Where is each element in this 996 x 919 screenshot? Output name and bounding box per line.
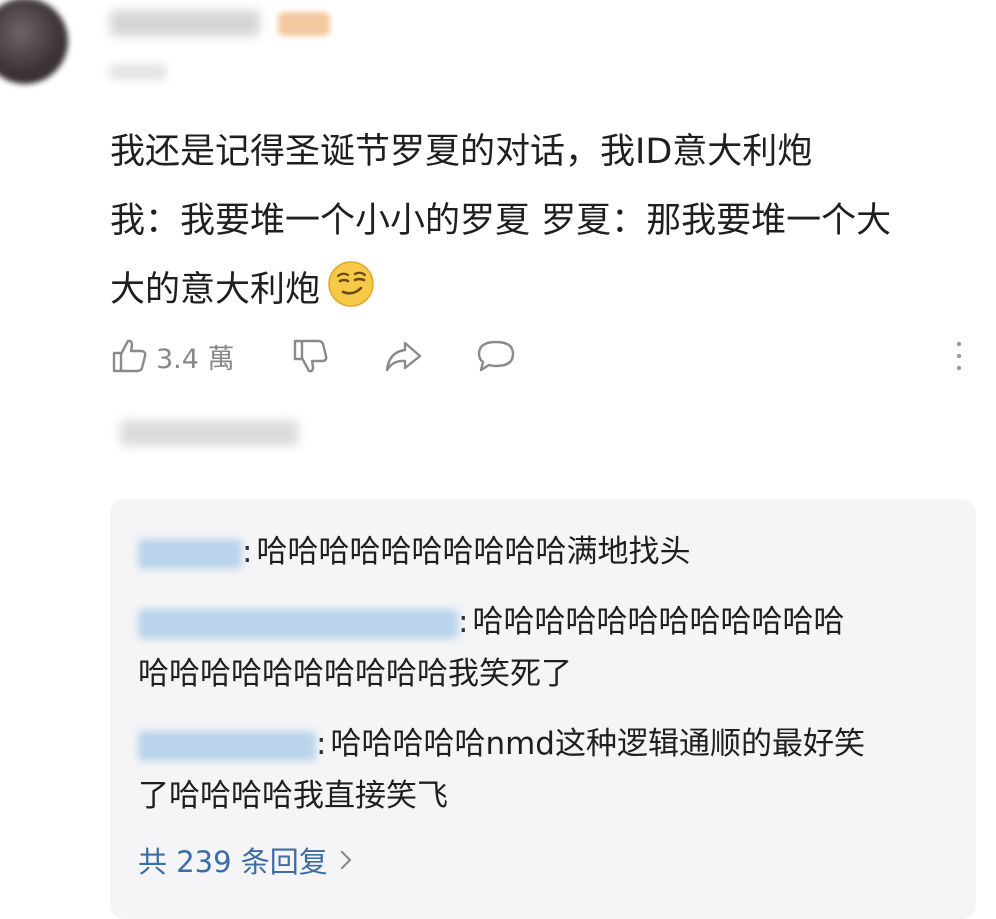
reply-line: : 哈哈哈哈哈哈哈哈哈哈满地找头 [138,526,958,578]
reply-item[interactable]: : 哈哈哈哈哈nmd这种逻辑通顺的最好笑 了哈哈哈哈我直接笑飞 [138,718,958,822]
post-line-1: 我还是记得圣诞节罗夏的对话，我ID意大利炮 [110,132,813,172]
reply-line: : 哈哈哈哈哈nmd这种逻辑通顺的最好笑 [138,718,958,770]
reply-preview-box[interactable]: : 哈哈哈哈哈哈哈哈哈哈满地找头 : 哈哈哈哈哈哈哈哈哈哈哈哈 哈哈哈哈哈哈哈哈哈哈… [110,499,976,919]
username-blurred[interactable] [110,10,260,36]
post-line-3-text: 大的意大利炮 [110,270,321,310]
reply-username-blurred[interactable] [138,730,316,761]
post-actions: 3.4 萬 [110,334,517,378]
reply-line: : 哈哈哈哈哈哈哈哈哈哈哈哈 [138,596,958,648]
view-all-replies-link[interactable]: 共 239 条回复 [138,839,352,881]
reply-item[interactable]: : 哈哈哈哈哈哈哈哈哈哈满地找头 [138,526,958,578]
reply-text: 哈哈哈哈哈nmd这种逻辑通顺的最好笑 [330,726,865,762]
thumbs-up-icon [112,339,147,373]
reply-username-blurred[interactable] [138,608,458,639]
reply-item[interactable]: : 哈哈哈哈哈哈哈哈哈哈哈哈 哈哈哈哈哈哈哈哈哈哈我笑死了 [138,596,958,700]
share-icon [385,341,421,372]
dislike-button[interactable] [291,337,329,375]
user-badge [278,12,330,36]
avatar[interactable] [0,0,68,84]
comment-icon [477,340,514,372]
reply-separator: : [242,534,253,570]
post-line-2: 我：我要堆一个小小的罗夏 罗夏：那我要堆一个大 [110,201,892,241]
post-body: 我还是记得圣诞节罗夏的对话，我ID意大利炮 我：我要堆一个小小的罗夏 罗夏：那我… [110,118,990,325]
reply-count-label: 共 239 条回复 [138,845,328,879]
reply-username-blurred[interactable] [138,538,242,569]
reply-text: 哈哈哈哈哈哈哈哈哈哈满地找头 [256,534,691,570]
chevron-right-icon [340,850,351,870]
reply-text: 哈哈哈哈哈哈哈哈哈哈哈哈 [472,604,845,640]
post-line-3: 大的意大利炮 [110,256,990,325]
post-meta-blurred [120,420,298,446]
thumbs-down-icon [293,339,327,373]
post-time-blurred [110,64,166,80]
like-button[interactable]: 3.4 萬 [110,337,235,376]
like-count: 3.4 萬 [156,343,235,375]
comment-button[interactable] [475,337,517,375]
more-icon[interactable] [952,338,966,374]
smirk-face-icon [328,261,374,307]
share-button[interactable] [383,337,423,375]
reply-separator: : [316,726,327,762]
reply-text-continued: 了哈哈哈哈我直接笑飞 [138,778,448,814]
reply-separator: : [458,604,469,640]
reply-text-continued: 哈哈哈哈哈哈哈哈哈哈我笑死了 [138,656,572,692]
